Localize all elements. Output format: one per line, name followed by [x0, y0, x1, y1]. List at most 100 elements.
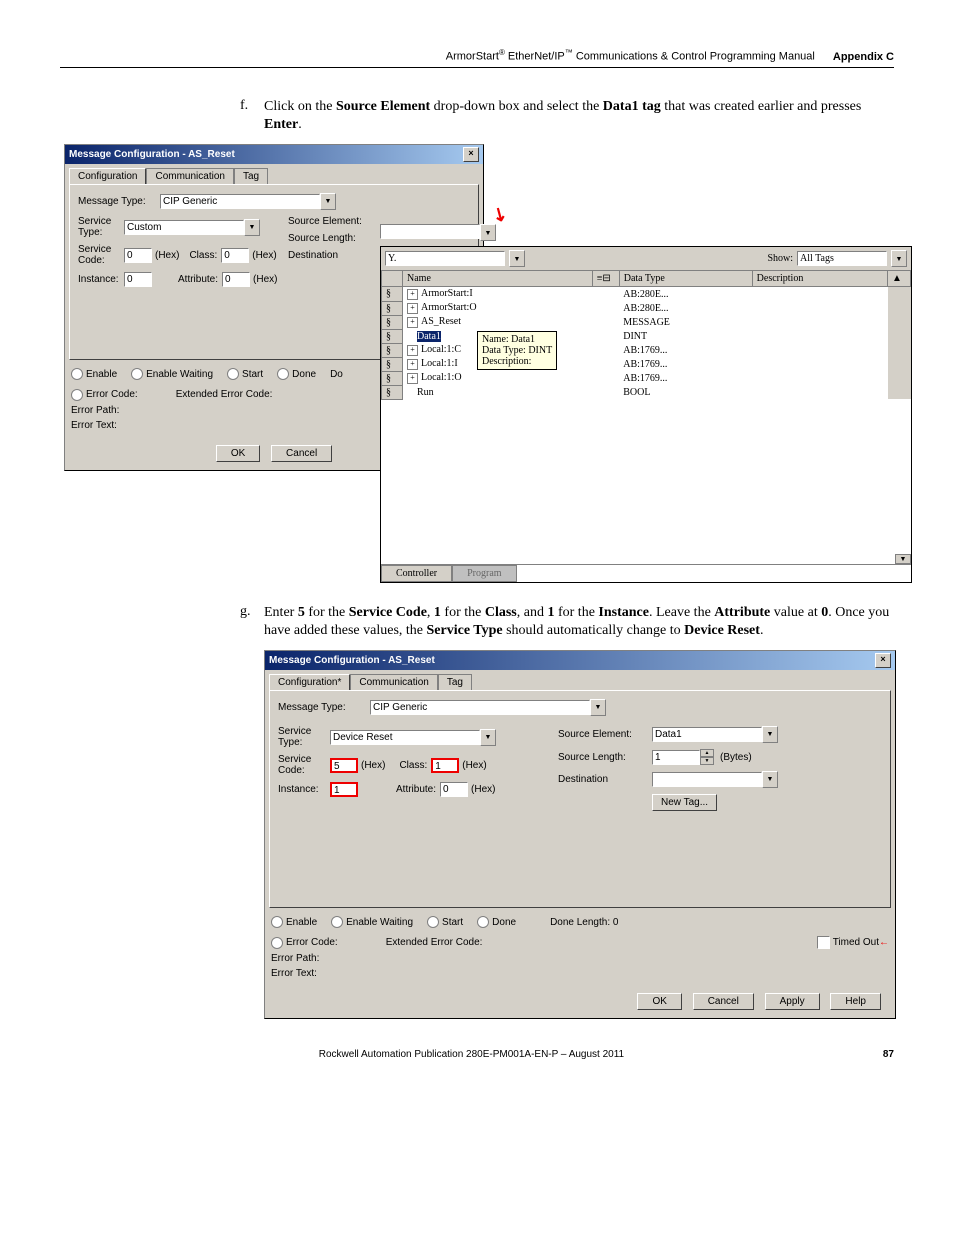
- apply-button[interactable]: Apply: [765, 993, 820, 1010]
- done-radio: Done: [477, 916, 516, 928]
- message-type-select[interactable]: CIP Generic: [160, 194, 320, 209]
- tooltip: Name: Data1 Data Type: DINT Description:: [477, 331, 557, 370]
- hex-label: (Hex): [252, 250, 276, 261]
- tab-configuration[interactable]: Configuration: [69, 168, 146, 184]
- source-length-input[interactable]: 1: [652, 750, 700, 765]
- new-tag-button[interactable]: New Tag...: [652, 794, 717, 811]
- instance-input[interactable]: 1: [330, 782, 358, 797]
- chevron-down-icon[interactable]: ▼: [762, 771, 778, 788]
- service-type-select[interactable]: Device Reset: [330, 730, 480, 745]
- class-label: Class:: [399, 760, 427, 771]
- instance-label: Instance:: [78, 274, 120, 285]
- tab-configuration[interactable]: Configuration*: [269, 674, 350, 690]
- start-radio: Start: [227, 368, 263, 380]
- table-row[interactable]: §+ArmorStart:IAB:280E...: [382, 287, 911, 302]
- dialog-title: Message Configuration - AS_Reset: [269, 655, 435, 666]
- chevron-down-icon[interactable]: ▼: [891, 250, 907, 267]
- step-text: Enter 5 for the Service Code, 1 for the …: [264, 604, 894, 640]
- close-icon[interactable]: ×: [875, 653, 891, 668]
- service-code-input[interactable]: 5: [330, 758, 358, 773]
- doc-prefix: ArmorStart: [446, 51, 499, 63]
- source-element-dropdown[interactable]: ▼: [380, 224, 496, 241]
- button-row: OK Cancel Apply Help: [265, 985, 895, 1018]
- col-datatype[interactable]: Data Type: [619, 271, 752, 287]
- error-text-row: Error Text:: [265, 968, 895, 985]
- attribute-input[interactable]: 0: [222, 272, 250, 287]
- hex-label: (Hex): [462, 760, 486, 771]
- table-row[interactable]: §+Local:1:CAB:1769...: [382, 343, 911, 357]
- attribute-label: Attribute:: [178, 274, 218, 285]
- cancel-button[interactable]: Cancel: [693, 993, 754, 1010]
- chevron-down-icon[interactable]: ▼: [590, 699, 606, 716]
- tabstrip: Configuration*CommunicationTag: [265, 670, 895, 690]
- ok-button[interactable]: OK: [216, 445, 260, 462]
- chevron-down-icon[interactable]: ▼: [762, 726, 778, 743]
- tm-mark: ™: [565, 48, 573, 57]
- service-type-label: Service Type:: [278, 726, 326, 748]
- chevron-down-icon[interactable]: ▼: [480, 224, 496, 241]
- service-code-input[interactable]: 0: [124, 248, 152, 263]
- message-type-label: Message Type:: [78, 196, 156, 207]
- doc-title: ArmorStart® EtherNet/IP™ Communications …: [446, 48, 815, 63]
- table-row[interactable]: §+Local:1:OAB:1769...: [382, 371, 911, 385]
- class-input[interactable]: 0: [221, 248, 249, 263]
- tab-communication[interactable]: Communication: [350, 674, 437, 690]
- scope-controller-tab[interactable]: Controller: [381, 565, 452, 582]
- col-name[interactable]: Name: [403, 271, 593, 287]
- message-type-select[interactable]: CIP Generic: [370, 700, 590, 715]
- attribute-input[interactable]: 0: [440, 782, 468, 797]
- step-f: f. Click on the Source Element drop-down…: [240, 98, 894, 134]
- destination-select[interactable]: [652, 772, 762, 787]
- show-select[interactable]: All Tags: [797, 251, 887, 266]
- do-label: Do: [330, 369, 343, 380]
- table-row[interactable]: §+ArmorStart:OAB:280E...: [382, 301, 911, 315]
- step-g: g. Enter 5 for the Service Code, 1 for t…: [240, 604, 894, 640]
- step-letter: f.: [240, 98, 264, 134]
- attribute-label: Attribute:: [396, 784, 436, 795]
- instance-label: Instance:: [278, 784, 326, 795]
- enable-waiting-radio: Enable Waiting: [331, 916, 413, 928]
- appendix-label: Appendix C: [833, 51, 894, 63]
- extended-error-label: Extended Error Code:: [176, 389, 273, 400]
- chevron-down-icon[interactable]: ▼: [509, 250, 525, 267]
- chevron-down-icon[interactable]: ▼: [244, 219, 260, 236]
- tab-communication[interactable]: Communication: [146, 168, 233, 184]
- col-desc[interactable]: Description: [752, 271, 887, 287]
- class-input[interactable]: 1: [431, 758, 459, 773]
- close-icon[interactable]: ×: [463, 147, 479, 162]
- tab-tag[interactable]: Tag: [438, 674, 472, 690]
- scope-program-tab[interactable]: Program: [452, 565, 516, 582]
- tag-browser-panel: Y.▼ Show: All Tags▼ Name ≡⊟ Data Type De…: [380, 246, 912, 583]
- stepper[interactable]: ▲▼: [700, 749, 714, 765]
- source-length-label: Source Length:: [558, 752, 648, 763]
- figure-1: Message Configuration - AS_Reset × Confi…: [60, 144, 894, 584]
- extended-error-label: Extended Error Code:: [386, 937, 483, 948]
- publication-info: Rockwell Automation Publication 280E-PM0…: [319, 1049, 624, 1060]
- doc-suffix: Communications & Control Programming Man…: [573, 51, 815, 63]
- page-header: ArmorStart® EtherNet/IP™ Communications …: [60, 48, 894, 68]
- table-row[interactable]: § RunBOOL: [382, 385, 911, 399]
- ok-button[interactable]: OK: [637, 993, 681, 1010]
- chevron-down-icon[interactable]: ▼: [320, 193, 336, 210]
- hex-label: (Hex): [155, 250, 179, 261]
- source-length-label: Source Length:: [288, 233, 366, 244]
- help-button[interactable]: Help: [830, 993, 881, 1010]
- table-row[interactable]: §+Local:1:IAB:1769...: [382, 357, 911, 371]
- filter-input[interactable]: Y.: [385, 251, 505, 266]
- step-letter: g.: [240, 604, 264, 640]
- tag-browser-header: Y.▼ Show: All Tags▼: [381, 247, 911, 270]
- scope-tabs: Controller Program: [381, 564, 911, 582]
- page-number: 87: [883, 1049, 894, 1060]
- tab-tag[interactable]: Tag: [234, 168, 268, 184]
- cancel-button[interactable]: Cancel: [271, 445, 332, 462]
- source-element-select[interactable]: Data1: [652, 727, 762, 742]
- chevron-down-icon[interactable]: ▼: [480, 729, 496, 746]
- service-type-label: Service Type:: [78, 216, 120, 238]
- table-row[interactable]: §+AS_ResetMESSAGE: [382, 315, 911, 329]
- instance-input[interactable]: 0: [124, 272, 152, 287]
- timed-out-check[interactable]: Timed Out ←: [817, 936, 889, 949]
- scroll-down-icon[interactable]: ▼: [895, 554, 911, 564]
- hex-label: (Hex): [471, 784, 495, 795]
- table-row[interactable]: § Data1DINT: [382, 329, 911, 343]
- service-type-select[interactable]: Custom: [124, 220, 244, 235]
